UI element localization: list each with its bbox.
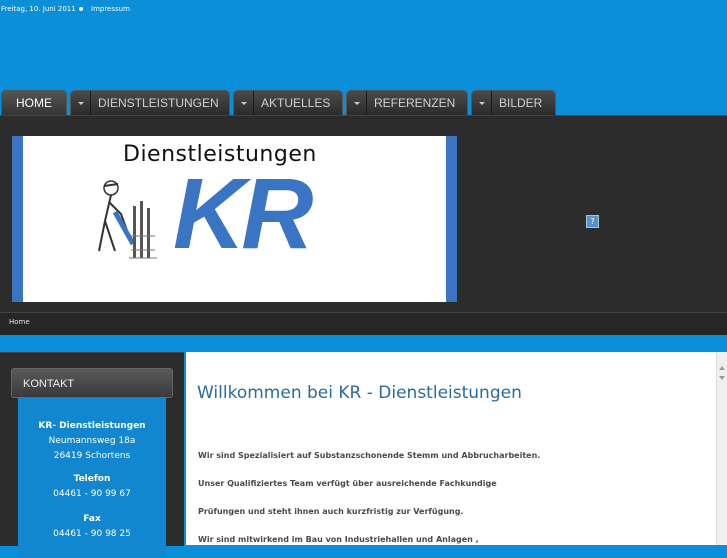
tab-dienstleistungen[interactable]: DIENSTLEISTUNGEN <box>70 90 230 116</box>
intro-paragraph-3: Prüfungen und steht ihnen auch kurzfrist… <box>198 507 464 516</box>
tab-aktuelles[interactable]: AKTUELLES <box>233 90 343 116</box>
kontakt-heading: KONTAKT <box>11 368 173 398</box>
phone-label: Telefon <box>73 474 111 484</box>
chevron-down-icon[interactable] <box>347 91 367 116</box>
chevron-down-icon[interactable] <box>234 91 254 116</box>
scroll-up-icon[interactable] <box>719 366 725 370</box>
chevron-down-icon[interactable] <box>472 91 492 116</box>
fax-label: Fax <box>83 514 101 524</box>
phone-number: 04461 - 90 99 67 <box>53 489 131 499</box>
tab-dienstleistungen-label: DIENSTLEISTUNGEN <box>98 96 219 110</box>
top-bar: Freitag, 10. Juni 2011 Impressum <box>0 0 727 20</box>
contact-box: KR- Dienstleistungen Neumannsweg 18a 264… <box>18 398 166 558</box>
sidebar: KONTAKT KR- Dienstleistungen Neumannsweg… <box>0 352 184 558</box>
intro-paragraph-1: Wir sind Spezialisiert auf Substanzschon… <box>198 451 541 460</box>
scrollbar[interactable] <box>716 352 727 545</box>
tab-bilder[interactable]: BILDER <box>471 90 556 116</box>
impressum-link[interactable]: Impressum <box>91 5 130 13</box>
tab-referenzen-label: REFERENZEN <box>374 96 456 110</box>
intro-paragraph-4: Wir sind mitwirkend im Bau von Industrie… <box>198 535 479 544</box>
company-logo: Dienstleistungen KR <box>12 136 457 302</box>
tab-aktuelles-label: AKTUELLES <box>261 96 331 110</box>
street-address: Neumannsweg 18a <box>48 436 136 446</box>
breadcrumb-home[interactable]: Home <box>9 318 30 326</box>
tab-bilder-label: BILDER <box>499 96 543 110</box>
main-content: Willkommen bei KR - Dienstleistungen Wir… <box>186 352 727 545</box>
fax-number: 04461 - 90 98 25 <box>53 529 131 539</box>
tab-referenzen[interactable]: REFERENZEN <box>346 90 468 116</box>
city-address: 26419 Schortens <box>53 451 131 461</box>
tab-home[interactable]: HOME <box>1 90 67 116</box>
scroll-down-icon[interactable] <box>719 376 725 380</box>
company-name: KR- Dienstleistungen <box>38 421 146 431</box>
kontakt-heading-label: KONTAKT <box>23 378 75 390</box>
header-banner: Dienstleistungen KR ? Home <box>0 115 727 335</box>
breadcrumb: Home <box>0 312 727 335</box>
intro-paragraph-2: Unser Qualifiziertes Team verfügt über a… <box>198 479 497 488</box>
separator-dot <box>79 7 83 11</box>
chevron-down-icon[interactable] <box>71 91 91 116</box>
current-date: Freitag, 10. Juni 2011 <box>1 5 76 13</box>
main-nav: HOME DIENSTLEISTUNGEN AKTUELLES REFERENZ… <box>0 90 727 116</box>
worker-illustration <box>98 180 157 259</box>
logo-brand: KR <box>173 158 313 270</box>
missing-image-icon: ? <box>586 215 599 228</box>
page-title: Willkommen bei KR - Dienstleistungen <box>197 383 522 403</box>
tab-home-label: HOME <box>16 96 52 110</box>
